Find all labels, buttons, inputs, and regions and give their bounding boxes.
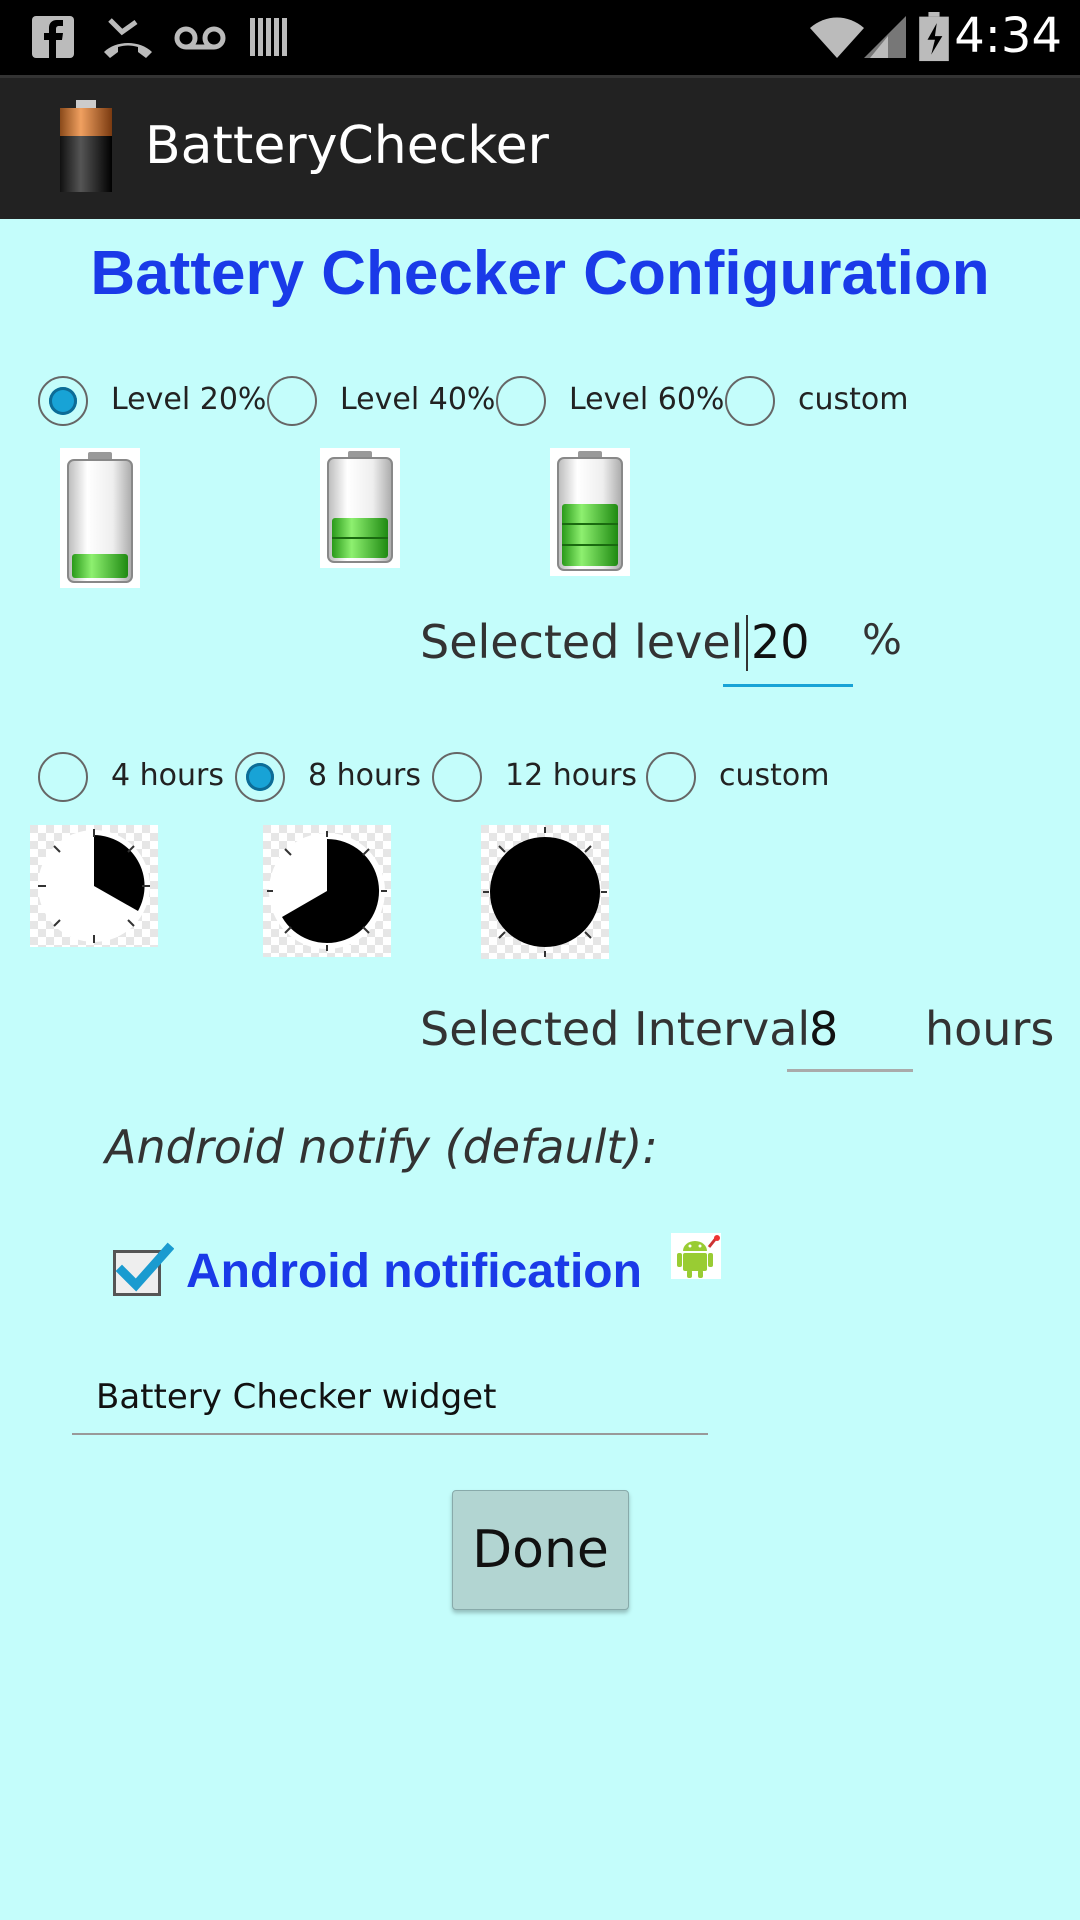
clock-4h-icon[interactable] <box>30 825 158 947</box>
radio-level-60-label[interactable]: Level 60% <box>569 382 724 417</box>
selected-level-input[interactable]: 20 <box>723 605 853 687</box>
selected-level-unit: % <box>862 615 902 664</box>
notification-checkbox[interactable] <box>113 1242 174 1296</box>
radio-level-40-label[interactable]: Level 40% <box>340 382 495 417</box>
page-title: Battery Checker Configuration <box>90 239 990 308</box>
missed-call-icon <box>104 18 152 58</box>
radio-level-20-label[interactable]: Level 20% <box>111 382 266 417</box>
facebook-icon <box>32 16 74 58</box>
notification-checkbox-label[interactable]: Android notification <box>186 1244 642 1299</box>
checkmark-icon <box>115 1242 174 1292</box>
voicemail-icon <box>174 26 226 50</box>
battery-40-icon[interactable] <box>320 448 400 568</box>
radio-level-40[interactable] <box>267 376 317 426</box>
selected-interval-value: 8 <box>809 1002 839 1056</box>
radio-level-custom[interactable] <box>725 376 775 426</box>
battery-app-icon <box>60 100 112 192</box>
action-bar: BatteryChecker <box>0 75 1080 219</box>
radio-level-20[interactable] <box>38 376 88 426</box>
battery-charging-icon <box>919 12 949 62</box>
clock-8h-icon[interactable] <box>263 825 391 957</box>
selected-level-value: 20 <box>751 615 810 669</box>
wifi-icon <box>810 17 864 58</box>
selected-interval-input[interactable]: 8 <box>787 992 913 1072</box>
radio-level-60[interactable] <box>496 376 546 426</box>
text-cursor <box>746 615 748 671</box>
android-robot-icon <box>671 1233 721 1279</box>
cell-signal-icon <box>864 16 906 58</box>
battery-20-icon[interactable] <box>60 448 140 588</box>
clock-12h-icon[interactable] <box>481 825 609 959</box>
radio-interval-custom-label[interactable]: custom <box>719 758 829 793</box>
selected-interval-label: Selected Interval <box>420 1002 811 1056</box>
battery-60-icon[interactable] <box>550 448 630 576</box>
selected-level-label: Selected level <box>420 615 744 669</box>
barcode-icon <box>250 18 287 56</box>
radio-interval-8-label[interactable]: 8 hours <box>308 758 421 793</box>
radio-level-custom-label[interactable]: custom <box>798 382 908 417</box>
clock: 4:34 <box>954 8 1062 64</box>
status-bar: 4:34 <box>0 0 1080 75</box>
radio-interval-4-label[interactable]: 4 hours <box>111 758 224 793</box>
radio-interval-8[interactable] <box>235 752 285 802</box>
radio-interval-4[interactable] <box>38 752 88 802</box>
widget-name-input[interactable]: Battery Checker widget <box>72 1365 708 1435</box>
radio-interval-custom[interactable] <box>646 752 696 802</box>
notify-heading: Android notify (default): <box>105 1120 658 1174</box>
done-button[interactable]: Done <box>452 1490 629 1610</box>
selected-interval-unit: hours <box>925 1002 1055 1056</box>
radio-interval-12[interactable] <box>432 752 482 802</box>
radio-interval-12-label[interactable]: 12 hours <box>505 758 637 793</box>
app-title: BatteryChecker <box>145 116 549 176</box>
widget-name-value: Battery Checker widget <box>96 1377 497 1417</box>
